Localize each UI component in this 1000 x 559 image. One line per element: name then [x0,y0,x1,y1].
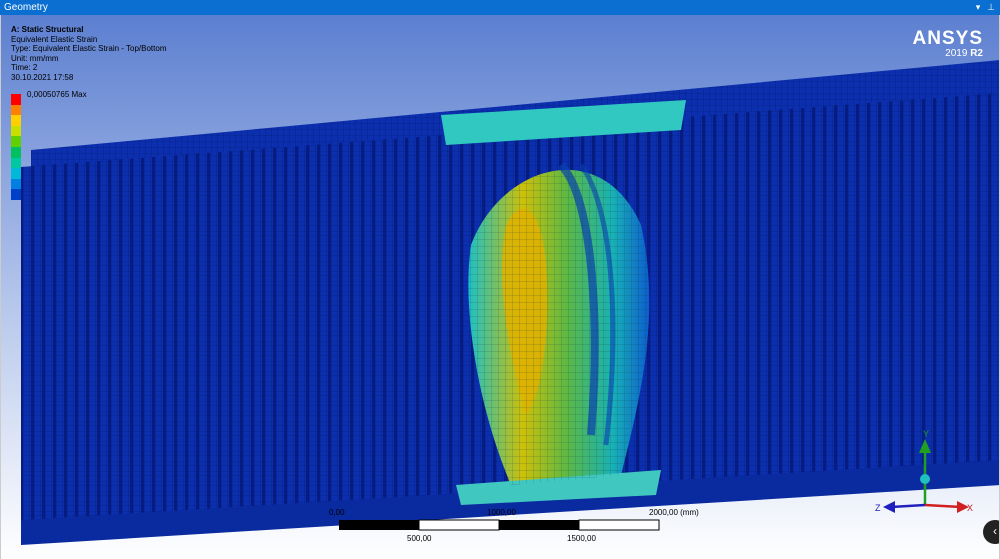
triad-x-label: X [967,503,973,513]
navigation-icon[interactable]: ‹ [983,520,999,544]
color-legend[interactable]: 0,00050765 Max [11,90,87,200]
scale-tick-0: 0,00 [329,508,345,517]
legend-band-2 [11,115,21,126]
legend-band-9 [11,189,21,200]
scale-tick-1500: 1500,00 [567,534,596,543]
legend-max-value: 0,00050765 Max [27,90,87,99]
logo-brand: ANSYS [912,28,983,49]
pin-icon[interactable]: ⊥ [985,0,997,15]
analysis-title: A: Static Structural [11,25,84,34]
result-name: Equivalent Elastic Strain [11,34,98,44]
result-unit: Unit: mm/mm [11,53,59,63]
ansys-logo: ANSYS 2019 R2 [913,29,983,60]
graphics-viewport[interactable]: A: Static Structural Equivalent Elastic … [0,15,1000,559]
window-titlebar: Geometry ▾ ⊥ [0,0,1000,15]
triad-z-label: Z [875,503,881,513]
legend-band-7 [11,168,21,179]
result-date: 30.10.2021 17:58 [11,72,74,82]
window-title: Geometry [4,2,48,13]
legend-band-3 [11,125,21,137]
axis-triad[interactable]: Y X Z [863,427,973,527]
result-info: A: Static Structural Equivalent Elastic … [11,25,166,82]
legend-color-bar [11,94,21,200]
scale-tick-1000: 1000,00 [487,508,516,517]
scale-tick-500: 500,00 [407,534,432,543]
legend-band-4 [11,136,21,147]
chevron-down-icon[interactable]: ▾ [972,0,984,15]
result-time: Time: 2 [11,63,38,72]
legend-band-6 [11,157,21,169]
legend-band-0 [11,94,21,105]
legend-band-5 [11,146,21,158]
scale-tick-2000: 2000,00 (mm) [649,508,699,517]
scale-bar: 0,00 1000,00 2000,00 (mm) 500,00 1500,00 [301,508,721,548]
logo-version: 2019 [945,48,968,59]
result-type: Type: Equivalent Elastic Strain - Top/Bo… [11,44,167,53]
model-view[interactable] [1,15,1000,559]
scale-bar-graphic [339,519,660,531]
legend-band-1 [11,104,21,116]
legend-band-8 [11,178,21,190]
triad-y-label: Y [923,429,929,439]
logo-release: R2 [970,48,983,59]
